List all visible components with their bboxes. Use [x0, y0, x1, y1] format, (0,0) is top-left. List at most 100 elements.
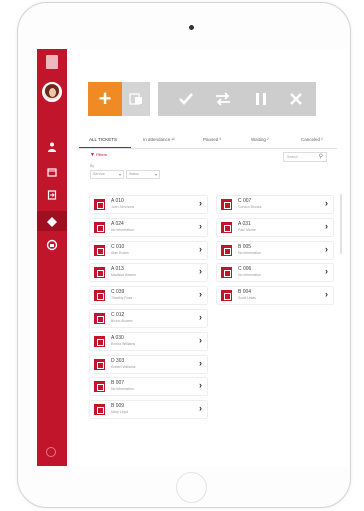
ticket-card[interactable]: D 303 Robert Williams › — [90, 355, 207, 373]
tab-paused[interactable]: Paused ³ — [203, 137, 221, 142]
tab-all-tickets[interactable]: ALL TICKETS — [89, 137, 117, 142]
ticket-type-icon — [94, 290, 105, 302]
ticket-type-icon — [94, 244, 105, 256]
power-icon[interactable] — [46, 447, 56, 457]
ticket-card[interactable]: B 009 Mary Lloyd › — [90, 401, 207, 419]
ticket-icon[interactable] — [46, 215, 58, 227]
close-icon[interactable] — [288, 91, 304, 107]
ticket-type-icon — [94, 404, 105, 416]
support-icon[interactable] — [46, 239, 58, 251]
ticket-card[interactable]: B 004 Scott Lewis › — [217, 287, 333, 305]
ticket-customer-name: Scott Lewis — [238, 296, 256, 301]
chevron-right-icon[interactable]: › — [325, 198, 328, 208]
chevron-right-icon[interactable]: › — [199, 358, 202, 368]
ticket-customer-name: Robert Williams — [111, 364, 136, 369]
chevron-right-icon[interactable]: › — [199, 335, 202, 345]
by-label: By — [90, 164, 95, 168]
chevron-right-icon[interactable]: › — [199, 380, 202, 390]
ticket-card[interactable]: B 005 No information › — [217, 241, 333, 259]
ticket-card[interactable]: C 007 Gordon Brooks › — [217, 196, 333, 213]
chevron-right-icon[interactable]: › — [325, 221, 328, 231]
search-placeholder: Search — [287, 155, 299, 159]
ticket-customer-name: No information — [111, 387, 134, 392]
ticket-type-icon — [94, 313, 105, 324]
ticket-customer-name: Gordon Brooks — [238, 205, 262, 209]
check-icon[interactable] — [178, 91, 194, 107]
service-dropdown-label: Service — [93, 172, 105, 176]
chevron-right-icon[interactable]: › — [199, 266, 202, 276]
ticket-code: A 031 — [238, 220, 251, 227]
ticket-customer-name: No information — [238, 250, 261, 255]
ticket-customer-name: Timothy Ross — [111, 296, 133, 301]
chevron-right-icon[interactable]: › — [199, 221, 202, 231]
ticket-card[interactable]: C 010 Alan Evans › — [90, 241, 207, 259]
tab-waiting[interactable]: Waiting ² — [251, 137, 269, 142]
ticket-card[interactable]: C 012 Bruno Alvarez › — [90, 310, 207, 327]
ticket-card[interactable]: A 031 Paul Moore › — [217, 218, 333, 236]
ticket-type-icon — [94, 221, 105, 233]
ticket-code: D 303 — [111, 357, 125, 364]
ticket-code: B 004 — [238, 289, 252, 296]
chevron-right-icon[interactable]: › — [325, 266, 328, 276]
action-button-group — [158, 82, 316, 116]
ticket-code: C 007 — [238, 198, 252, 204]
tabs-divider — [79, 148, 337, 149]
document-button[interactable] — [122, 82, 150, 116]
avatar-face — [49, 88, 56, 97]
ticket-card[interactable]: A 024 No information › — [90, 218, 207, 236]
ticket-customer-name: Alan Evans — [111, 250, 129, 255]
chevron-right-icon[interactable]: › — [325, 289, 328, 299]
status-dropdown[interactable]: Status ▾ — [126, 170, 160, 179]
ticket-customer-name: Mary Lloyd — [111, 410, 129, 415]
service-dropdown[interactable]: Service ▾ — [90, 170, 124, 179]
ticket-code: C 039 — [111, 289, 125, 296]
ticket-card[interactable]: A 010 John Simmons › — [90, 196, 207, 213]
ticket-code: C 012 — [111, 312, 125, 318]
chevron-right-icon[interactable]: › — [199, 289, 202, 299]
search-icon[interactable]: ⚲ — [319, 153, 323, 161]
chevron-down-icon: ▾ — [118, 172, 121, 177]
sidebar — [37, 49, 67, 466]
chevron-right-icon[interactable]: › — [199, 403, 202, 413]
ticket-code: C 010 — [111, 243, 125, 250]
ticket-card[interactable]: A 030 Emma Williams › — [90, 332, 207, 350]
ticket-card[interactable]: A 013 Madison Adams › — [90, 264, 207, 282]
exit-icon[interactable] — [46, 189, 58, 201]
ticket-type-icon — [94, 335, 105, 347]
avatar[interactable] — [42, 82, 62, 102]
person-icon[interactable] — [46, 141, 58, 153]
ticket-type-icon — [221, 267, 232, 279]
transfer-icon[interactable] — [215, 91, 231, 107]
ticket-code: A 013 — [111, 266, 124, 273]
status-dropdown-label: Status — [129, 172, 139, 176]
ticket-code: B 005 — [238, 243, 252, 250]
home-button[interactable] — [176, 472, 207, 503]
ticket-card[interactable]: C 039 Timothy Ross › — [90, 287, 207, 305]
ticket-type-icon — [221, 244, 232, 256]
ticket-card[interactable]: C 006 No information › — [217, 264, 333, 282]
chevron-right-icon[interactable]: › — [325, 244, 328, 254]
chevron-right-icon[interactable]: › — [199, 244, 202, 254]
ticket-customer-name: Paul Moore — [238, 227, 256, 232]
ticket-customer-name: Bruno Alvarez — [111, 319, 133, 323]
scrollbar[interactable] — [340, 194, 342, 254]
ticket-code: A 030 — [111, 334, 124, 341]
chevron-right-icon[interactable]: › — [199, 312, 202, 322]
main-panel: + ALL TICKETS In attendance ¹² Paused ³ … — [67, 49, 349, 466]
logo-icon — [46, 55, 58, 69]
ticket-code: B 007 — [111, 380, 125, 387]
tab-in-attendance[interactable]: In attendance ¹² — [143, 137, 175, 142]
ticket-customer-name: No information — [238, 273, 261, 278]
ticket-code: C 006 — [238, 266, 252, 273]
ticket-customer-name: Emma Williams — [111, 341, 136, 346]
ticket-card[interactable]: B 007 No information › — [90, 378, 207, 396]
ticket-code: A 010 — [111, 198, 124, 204]
ticket-type-icon — [94, 199, 105, 210]
add-ticket-button[interactable]: + — [88, 82, 122, 116]
search-input[interactable]: Search ⚲ — [283, 152, 327, 162]
chevron-right-icon[interactable]: › — [199, 198, 202, 208]
calendar-icon[interactable] — [46, 166, 58, 178]
filter-toggle[interactable]: ▼ Filters — [90, 152, 107, 158]
tab-canceled[interactable]: Canceled ² — [301, 137, 323, 142]
pause-icon[interactable] — [253, 91, 269, 107]
